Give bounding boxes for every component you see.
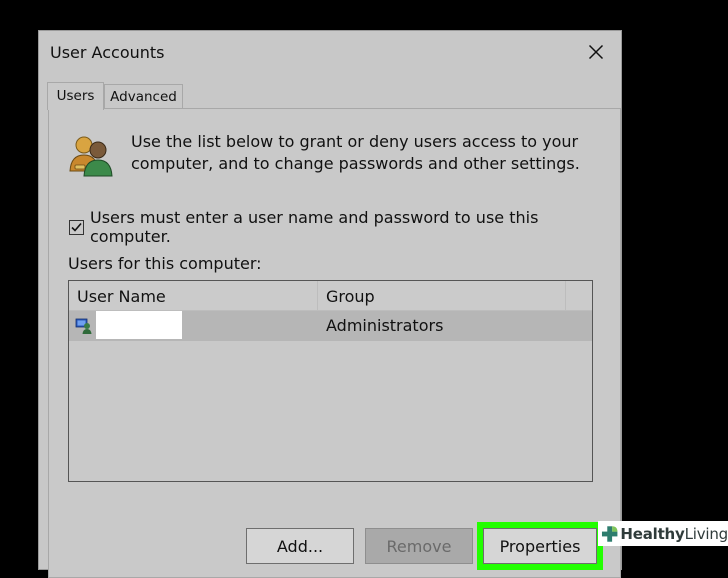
watermark-brand-light: Living	[684, 524, 728, 543]
user-name-cell	[96, 311, 182, 339]
properties-button[interactable]: Properties	[477, 522, 603, 570]
tab-advanced[interactable]: Advanced	[104, 84, 183, 108]
watermark-brand-bold: Healthy	[620, 524, 685, 543]
login-required-row[interactable]: Users must enter a user name and passwor…	[69, 208, 620, 246]
table-row[interactable]: Administrators	[69, 311, 592, 341]
checkmark-icon	[71, 222, 82, 232]
users-tab-panel: Use the list below to grant or deny user…	[48, 108, 621, 578]
close-icon	[588, 44, 604, 60]
user-accounts-dialog: User Accounts Users Advanced Use the lis…	[38, 30, 622, 578]
user-account-icon	[75, 318, 92, 334]
list-header: User Name Group	[69, 281, 592, 311]
column-header-group[interactable]: Group	[318, 281, 566, 310]
users-list-label: Users for this computer:	[68, 254, 262, 273]
cross-leaf-icon	[601, 525, 618, 542]
close-button[interactable]	[581, 37, 611, 67]
users-list[interactable]: User Name Group Administrators	[68, 280, 593, 482]
title-bar: User Accounts	[39, 31, 621, 75]
login-required-checkbox[interactable]	[69, 219, 84, 235]
column-header-user-name[interactable]: User Name	[69, 281, 318, 310]
login-required-label: Users must enter a user name and passwor…	[90, 208, 539, 246]
users-icon	[69, 136, 113, 177]
watermark-text: HealthyLiving	[620, 525, 728, 543]
window-title: User Accounts	[50, 43, 165, 62]
remove-button[interactable]: Remove	[365, 528, 473, 564]
intro-text: Use the list below to grant or deny user…	[131, 132, 580, 173]
add-button[interactable]: Add...	[246, 528, 354, 564]
watermark: HealthyLiving	[598, 521, 728, 546]
tab-users[interactable]: Users	[47, 82, 104, 110]
group-cell: Administrators	[326, 316, 444, 335]
